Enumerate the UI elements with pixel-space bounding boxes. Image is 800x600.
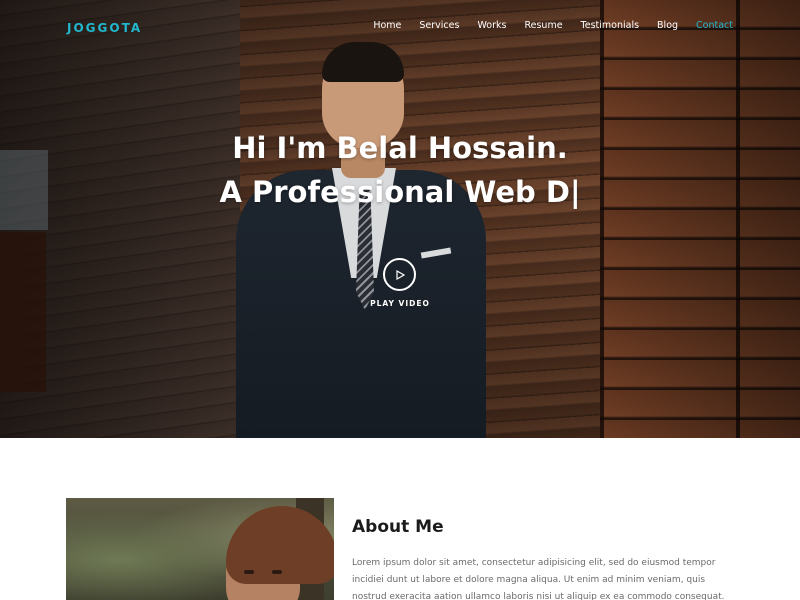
wall-shade (600, 0, 800, 438)
hero-heading-line1: Hi I'm Belal Hossain. (232, 131, 568, 165)
nav-item-testimonials[interactable]: Testimonials (581, 20, 639, 31)
nav-item-home[interactable]: Home (373, 20, 401, 31)
nav-item-services[interactable]: Services (419, 20, 459, 31)
hero-background-wall-left (0, 0, 240, 438)
play-icon (396, 269, 405, 280)
play-video-button[interactable] (383, 258, 416, 291)
nav-item-blog[interactable]: Blog (657, 20, 678, 31)
hero-portrait (236, 40, 486, 438)
photo-eye (272, 570, 282, 574)
nav-item-resume[interactable]: Resume (524, 20, 562, 31)
about-paragraph: Lorem ipsum dolor sit amet, consectetur … (352, 558, 725, 600)
hero-section: JOGGOTA Home Services Works Resume Testi… (0, 0, 800, 438)
main-nav: Home Services Works Resume Testimonials … (373, 20, 733, 31)
about-heading: About Me (352, 517, 444, 537)
hero-background-wall-right (600, 0, 800, 438)
photo-eye (244, 570, 254, 574)
nav-item-contact[interactable]: Contact (696, 20, 733, 31)
site-logo[interactable]: JOGGOTA (67, 21, 142, 35)
hero-heading-line2: A Professional Web D| (219, 175, 581, 209)
background-post (0, 232, 46, 392)
play-video-label[interactable]: PLAY VIDEO (0, 299, 800, 308)
about-photo (66, 498, 334, 600)
nav-item-works[interactable]: Works (477, 20, 506, 31)
portrait-hair (322, 42, 404, 82)
